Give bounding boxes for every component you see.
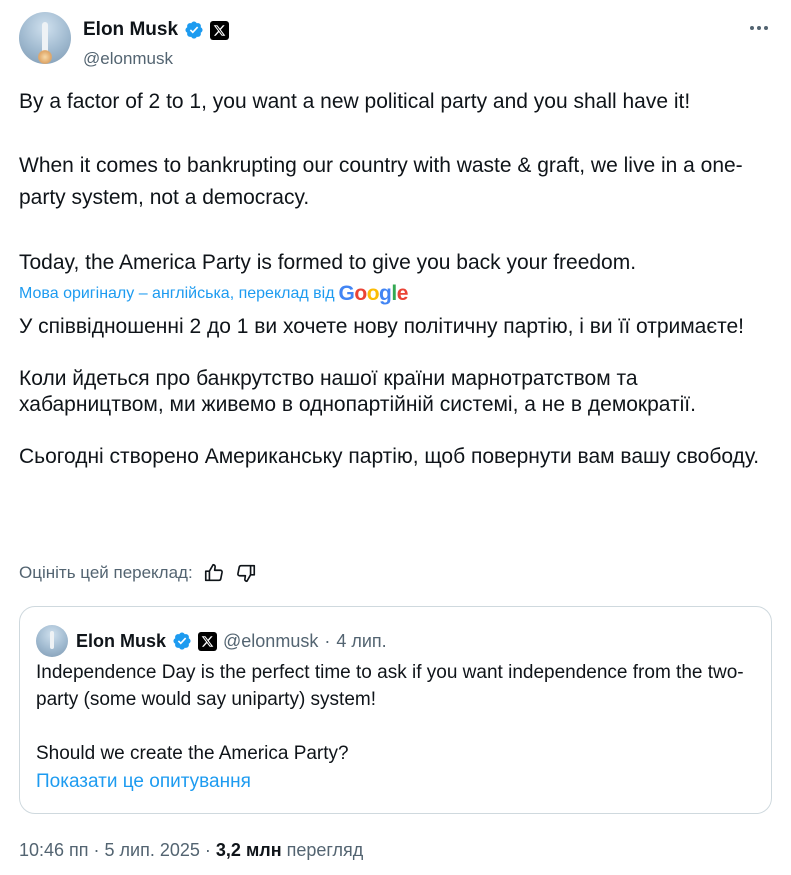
tweet-meta: 10:46 пп · 5 лип. 2025 · 3,2 млн перегля… [19, 840, 363, 861]
thumbs-up-icon[interactable] [203, 562, 225, 584]
quoted-tweet-header: Elon Musk @elonmusk · 4 лип. [36, 625, 387, 657]
x-logo-icon [210, 20, 230, 40]
quoted-author-handle: @elonmusk [223, 630, 319, 651]
tweet-header: Elon Musk @elonmusk [19, 12, 772, 69]
quoted-paragraph: Should we create the America Party? [36, 743, 349, 764]
verified-badge-icon [173, 632, 191, 650]
author-avatar[interactable] [19, 12, 71, 64]
quoted-tweet[interactable]: Elon Musk @elonmusk · 4 лип. Independenc… [19, 606, 772, 814]
verified-badge-icon [185, 21, 203, 39]
view-label: перегляд [286, 840, 364, 860]
translated-body: У співвідношенні 2 до 1 ви хочете нову п… [19, 314, 779, 470]
more-options-icon[interactable] [746, 18, 772, 38]
translated-paragraph: Коли йдеться про банкрутство нашої країн… [19, 367, 696, 416]
author-handle[interactable]: @elonmusk [83, 49, 173, 69]
x-logo-icon [198, 631, 218, 651]
author-name[interactable]: Elon Musk [83, 19, 178, 41]
separator-dot: · [93, 840, 100, 860]
translated-paragraph: Сьогодні створено Американську партію, щ… [19, 445, 760, 468]
thumbs-down-icon[interactable] [235, 562, 257, 584]
separator-dot: · [204, 840, 211, 860]
google-logo: Google [338, 282, 409, 305]
translated-paragraph: У співвідношенні 2 до 1 ви хочете нову п… [19, 315, 744, 338]
tweet-paragraph: By a factor of 2 to 1, you want a new po… [19, 90, 691, 113]
quoted-paragraph: Independence Day is the perfect time to … [36, 662, 744, 710]
show-poll-link[interactable]: Показати це опитування [36, 771, 251, 793]
tweet-paragraph: When it comes to bankrupting our country… [19, 154, 743, 209]
tweet-time[interactable]: 10:46 пп [19, 840, 89, 861]
quoted-tweet-date: 4 лип. [336, 630, 387, 651]
rate-translation-label: Оцініть цей переклад: [19, 563, 193, 582]
tweet-paragraph: Today, the America Party is formed to gi… [19, 251, 637, 274]
author-name-row: Elon Musk [83, 19, 230, 41]
quoted-tweet-body: Independence Day is the perfect time to … [36, 659, 756, 767]
view-count: 3,2 млн [215, 840, 282, 860]
tweet-date[interactable]: 5 лип. 2025 [105, 840, 200, 861]
tweet-body: By a factor of 2 to 1, you want a new po… [19, 86, 779, 279]
quoted-author-name: Elon Musk [76, 630, 167, 651]
translation-attribution[interactable]: Мова оригіналу – англійська, переклад ві… [19, 282, 408, 306]
quoted-author-avatar [36, 625, 68, 657]
separator-dot: · [324, 630, 331, 651]
rate-translation: Оцініть цей переклад: [19, 562, 257, 584]
translation-note-text: Мова оригіналу – англійська, переклад ві… [19, 285, 335, 302]
